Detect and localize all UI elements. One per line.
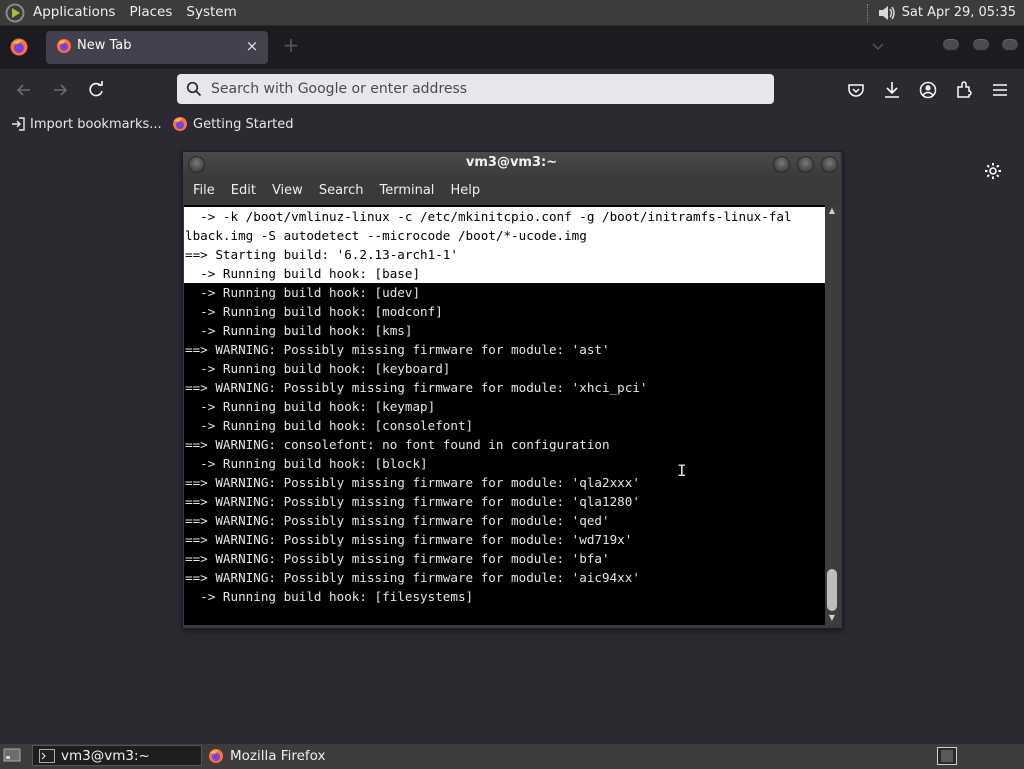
search-icon — [186, 81, 202, 97]
bookmark-getting-started-label: Getting Started — [193, 116, 294, 132]
back-icon[interactable] — [13, 79, 35, 101]
menu-search[interactable]: Search — [311, 178, 372, 204]
minimize-icon[interactable] — [943, 39, 959, 51]
terminal-line: ==> WARNING: Possibly missing firmware f… — [185, 570, 640, 585]
url-input[interactable] — [211, 74, 751, 104]
terminal-line: ==> WARNING: Possibly missing firmware f… — [185, 380, 648, 395]
terminal-line: ==> WARNING: Possibly missing firmware f… — [185, 342, 610, 357]
terminal-line: -> Running build hook: [consolefont] — [185, 418, 474, 433]
terminal-line: -> -k /boot/vmlinuz-linux -c /etc/mkinit… — [184, 207, 825, 226]
menu-view[interactable]: View — [264, 178, 311, 204]
terminal-minimize-icon[interactable] — [773, 156, 790, 173]
terminal-line: -> Running build hook: [filesystems] — [185, 589, 474, 604]
terminal-output[interactable]: -> -k /boot/vmlinuz-linux -c /etc/mkinit… — [184, 205, 825, 625]
taskbar-item-firefox[interactable]: Mozilla Firefox — [202, 745, 382, 766]
terminal-line: -> Running build hook: [kms] — [185, 323, 413, 338]
taskbar-item-terminal-label: vm3@vm3:~ — [61, 747, 150, 764]
maximize-icon[interactable] — [973, 39, 989, 51]
terminal-maximize-icon[interactable] — [797, 156, 814, 173]
bookmark-import[interactable]: Import bookmarks... — [10, 115, 162, 133]
pocket-icon[interactable] — [845, 79, 867, 101]
account-icon[interactable] — [917, 79, 939, 101]
scrollbar-thumb[interactable] — [827, 569, 837, 611]
firefox-icon — [209, 748, 223, 763]
bookmark-getting-started[interactable]: Getting Started — [172, 115, 294, 133]
text-cursor-icon: I — [677, 461, 687, 480]
taskbar-item-firefox-label: Mozilla Firefox — [230, 747, 326, 764]
new-tab-button[interactable]: + — [281, 35, 301, 56]
menu-icon[interactable] — [989, 79, 1011, 101]
top-panel-tray: Sat Apr 29, 05:35 — [866, 0, 1024, 25]
terminal-line: ==> WARNING: Possibly missing firmware f… — [185, 475, 640, 490]
import-icon — [12, 117, 25, 131]
bookmark-import-label: Import bookmarks... — [30, 116, 162, 132]
terminal-line: -> Running build hook: [udev] — [185, 285, 421, 300]
clock[interactable]: Sat Apr 29, 05:35 — [898, 5, 1024, 20]
menu-system[interactable]: System — [179, 0, 243, 25]
terminal-line: -> Running build hook: [block] — [185, 456, 428, 471]
terminal-line: lback.img -S autodetect --microcode /boo… — [184, 226, 825, 245]
firefox-view-icon[interactable] — [9, 37, 29, 57]
terminal-close-icon[interactable] — [821, 156, 838, 173]
scroll-up-icon[interactable]: ▲ — [826, 206, 838, 216]
taskbar-item-terminal[interactable]: vm3@vm3:~ — [32, 745, 202, 766]
close-window-icon[interactable] — [1002, 39, 1018, 51]
gear-icon[interactable] — [983, 161, 1003, 181]
terminal-line: -> Running build hook: [keymap] — [185, 399, 436, 414]
terminal-line: -> Running build hook: [modconf] — [185, 304, 443, 319]
reload-icon[interactable] — [85, 79, 107, 101]
menu-places[interactable]: Places — [122, 0, 179, 25]
terminal-line: ==> WARNING: Possibly missing firmware f… — [185, 532, 633, 547]
workspace-thumbnail — [941, 750, 953, 762]
terminal-line: ==> WARNING: Possibly missing firmware f… — [185, 494, 640, 509]
forward-icon[interactable] — [49, 79, 71, 101]
firefox-icon — [57, 39, 71, 53]
tab-close-icon[interactable]: × — [244, 37, 260, 55]
list-all-tabs-icon[interactable] — [870, 38, 886, 54]
terminal-icon — [39, 748, 55, 763]
extensions-icon[interactable] — [953, 79, 975, 101]
terminal-line: -> Running build hook: [keyboard] — [185, 361, 451, 376]
distro-logo-icon[interactable] — [5, 3, 25, 23]
download-icon[interactable] — [881, 79, 903, 101]
terminal-line: ==> Starting build: '6.2.13-arch1-1' — [184, 245, 825, 264]
menu-terminal[interactable]: Terminal — [371, 178, 442, 204]
tab-title: New Tab — [77, 38, 132, 53]
menu-file[interactable]: File — [183, 178, 223, 204]
terminal-line: ==> WARNING: consolefont: no font found … — [185, 437, 610, 452]
volume-icon[interactable] — [876, 3, 898, 23]
terminal-line: -> Running build hook: [base] — [184, 264, 825, 283]
terminal-menubar: File Edit View Search Terminal Help — [183, 178, 840, 204]
terminal-lines: -> -k /boot/vmlinuz-linux -c /etc/mkinit… — [184, 207, 825, 606]
terminal-line: ==> WARNING: Possibly missing firmware f… — [185, 551, 610, 566]
menu-help[interactable]: Help — [442, 178, 488, 204]
panel-separator — [866, 3, 870, 22]
scroll-down-icon[interactable]: ▼ — [826, 613, 838, 623]
terminal-line: ==> WARNING: Possibly missing firmware f… — [185, 513, 610, 528]
top-panel: Applications Places System Sat Apr 29, 0… — [0, 0, 1024, 26]
menu-edit[interactable]: Edit — [223, 178, 264, 204]
terminal-scrollbar[interactable] — [825, 205, 839, 625]
menu-applications[interactable]: Applications — [26, 0, 122, 25]
firefox-icon — [173, 117, 187, 131]
show-desktop-icon[interactable] — [3, 747, 21, 763]
terminal-title: vm3@vm3:~ — [465, 155, 558, 170]
